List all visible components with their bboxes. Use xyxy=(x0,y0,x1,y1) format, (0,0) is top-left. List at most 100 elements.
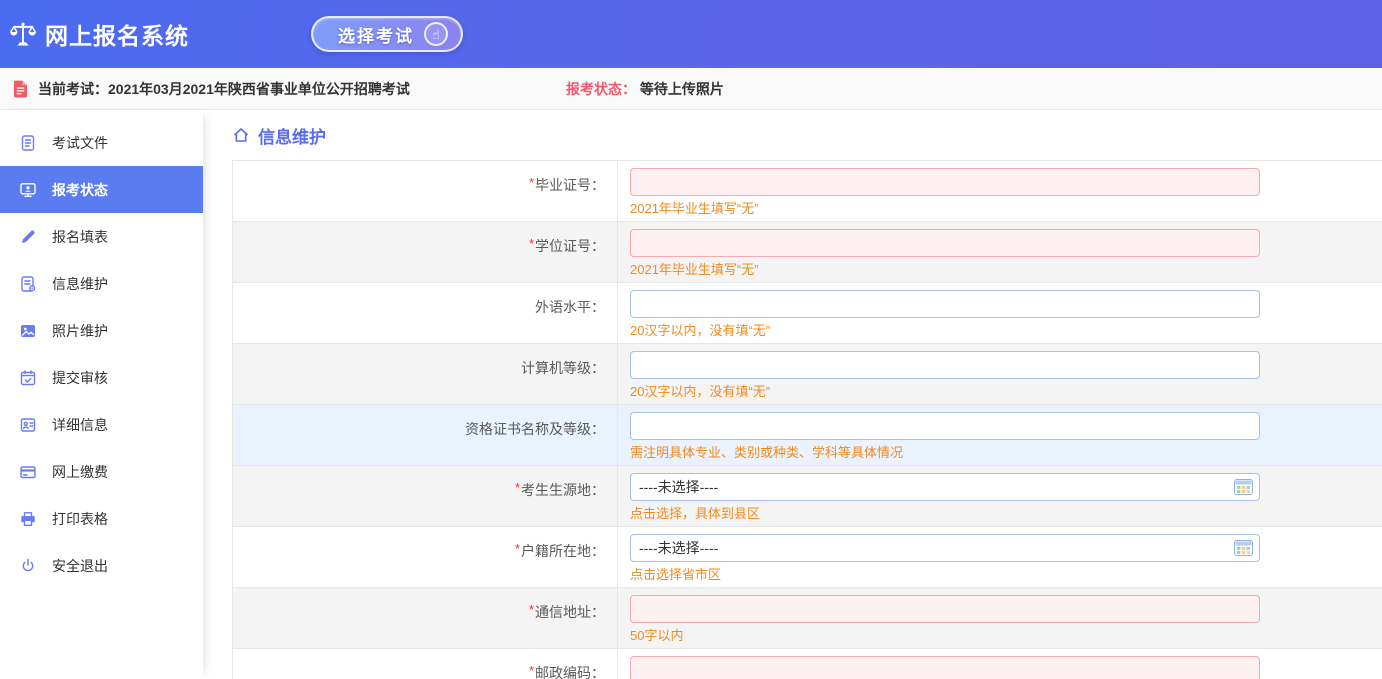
field-label-foreign-language-level: 外语水平： xyxy=(233,283,618,343)
field-label-text: 计算机等级： xyxy=(521,358,605,378)
form-row-degree-cert-no: *学位证号：2021年毕业生填写“无” xyxy=(233,222,1382,283)
field-label-household-location: *户籍所在地： xyxy=(233,527,618,587)
field-cell-postal-code xyxy=(618,649,1382,679)
power-icon xyxy=(19,557,37,575)
sidebar-item-label: 网上缴费 xyxy=(52,462,108,482)
app-title: 网上报名系统 xyxy=(45,17,189,51)
sidebar-item-label: 详细信息 xyxy=(52,415,108,435)
sidebar-item-online-payment[interactable]: 网上缴费 xyxy=(0,448,203,495)
status-value: 等待上传照片 xyxy=(640,81,724,97)
computer-level-input[interactable] xyxy=(630,351,1260,379)
monitor-user-icon xyxy=(19,181,37,199)
status-label: 报考状态： xyxy=(566,81,636,97)
sidebar-item-label: 安全退出 xyxy=(52,556,108,576)
sidebar-item-label: 打印表格 xyxy=(52,509,108,529)
field-label-degree-cert-no: *学位证号： xyxy=(233,222,618,282)
form-row-foreign-language-level: 外语水平： 20汉字以内，没有填“无” xyxy=(233,283,1382,344)
foreign-language-level-input[interactable] xyxy=(630,290,1260,318)
section-title: 信息维护 xyxy=(203,110,1382,160)
info-form: *毕业证号：2021年毕业生填写“无”*学位证号：2021年毕业生填写“无”外语… xyxy=(232,160,1382,679)
field-hint-mailing-address: 50字以内 xyxy=(630,625,1382,644)
section-title-text: 信息维护 xyxy=(258,123,326,148)
info-bar: 当前考试： 2021年03月2021年陕西省事业单位公开招聘考试 报考状态： 等… xyxy=(0,68,1382,110)
field-label-postal-code: *邮政编码： xyxy=(233,649,618,679)
sidebar-item-photo-maintenance[interactable]: 照片维护 xyxy=(0,307,203,354)
sidebar-item-application-status[interactable]: 报考状态 xyxy=(0,166,203,213)
form-row-candidate-origin: *考生生源地：----未选择----点击选择，具体到县区 xyxy=(233,466,1382,527)
select-value: ----未选择---- xyxy=(639,538,718,558)
sidebar-item-info-maintenance[interactable]: 信息维护 xyxy=(0,260,203,307)
scales-icon xyxy=(8,21,38,48)
hand-click-icon: ☝ xyxy=(424,22,448,46)
field-label-text: 户籍所在地： xyxy=(521,541,605,561)
current-exam-value: 2021年03月2021年陕西省事业单位公开招聘考试 xyxy=(108,79,410,99)
form-row-postal-code: *邮政编码： xyxy=(233,649,1382,679)
postal-code-input[interactable] xyxy=(630,656,1260,679)
picker-grid-icon[interactable] xyxy=(1234,479,1253,495)
field-label-text: 学位证号： xyxy=(535,236,605,256)
sidebar-item-label: 考试文件 xyxy=(52,133,108,153)
printer-icon xyxy=(19,510,37,528)
field-label-text: 通信地址： xyxy=(535,602,605,622)
image-icon xyxy=(19,322,37,340)
sidebar-nav: 考试文件报考状态报名填表信息维护照片维护提交审核详细信息网上缴费打印表格安全退出 xyxy=(0,110,203,679)
field-label-mailing-address: *通信地址： xyxy=(233,588,618,648)
field-cell-candidate-origin: ----未选择----点击选择，具体到县区 xyxy=(618,466,1382,526)
id-card-icon xyxy=(19,416,37,434)
field-cell-graduation-cert-no: 2021年毕业生填写“无” xyxy=(618,161,1382,221)
sidebar-item-detail-info[interactable]: 详细信息 xyxy=(0,401,203,448)
document-icon xyxy=(13,80,28,98)
candidate-origin-select[interactable]: ----未选择---- xyxy=(630,473,1260,501)
form-row-mailing-address: *通信地址： 50字以内 xyxy=(233,588,1382,649)
current-exam-label: 当前考试： xyxy=(38,79,108,99)
degree-cert-no-input[interactable] xyxy=(630,229,1260,257)
field-label-text: 资格证书名称及等级： xyxy=(465,419,605,439)
field-hint-graduation-cert-no: 2021年毕业生填写“无” xyxy=(630,198,1382,217)
field-label-computer-level: 计算机等级： xyxy=(233,344,618,404)
field-hint-foreign-language-level: 20汉字以内，没有填“无” xyxy=(630,320,1382,339)
file-gear-icon xyxy=(19,275,37,293)
sidebar-item-exam-files[interactable]: 考试文件 xyxy=(0,119,203,166)
field-cell-degree-cert-no: 2021年毕业生填写“无” xyxy=(618,222,1382,282)
field-label-text: 考生生源地： xyxy=(521,480,605,500)
sidebar-item-label: 照片维护 xyxy=(52,321,108,341)
file-text-icon xyxy=(19,134,37,152)
field-label-candidate-origin: *考生生源地： xyxy=(233,466,618,526)
graduation-cert-no-input[interactable] xyxy=(630,168,1260,196)
required-asterisk: * xyxy=(529,602,534,617)
select-value: ----未选择---- xyxy=(639,477,718,497)
pencil-icon xyxy=(19,228,37,246)
required-asterisk: * xyxy=(529,175,534,190)
sidebar-item-print-form[interactable]: 打印表格 xyxy=(0,495,203,542)
sidebar-item-label: 提交审核 xyxy=(52,368,108,388)
field-label-text: 毕业证号： xyxy=(535,175,605,195)
app-logo: 网上报名系统 xyxy=(8,17,189,51)
field-label-qualification-cert: 资格证书名称及等级： xyxy=(233,405,618,465)
calendar-check-icon xyxy=(19,369,37,387)
household-location-select[interactable]: ----未选择---- xyxy=(630,534,1260,562)
field-cell-mailing-address: 50字以内 xyxy=(618,588,1382,648)
application-status: 报考状态： 等待上传照片 xyxy=(566,79,724,99)
sidebar-item-label: 报考状态 xyxy=(52,180,108,200)
required-asterisk: * xyxy=(529,663,534,678)
required-asterisk: * xyxy=(515,480,520,495)
form-row-household-location: *户籍所在地： ----未选择---- 点击选择省市区 xyxy=(233,527,1382,588)
qualification-cert-input[interactable] xyxy=(630,412,1260,440)
sidebar-item-registration-form[interactable]: 报名填表 xyxy=(0,213,203,260)
app-header: 网上报名系统 选择考试 ☝ xyxy=(0,0,1382,68)
sidebar-item-logout[interactable]: 安全退出 xyxy=(0,542,203,589)
picker-grid-icon[interactable] xyxy=(1234,540,1253,556)
home-icon xyxy=(232,126,250,144)
required-asterisk: * xyxy=(529,236,534,251)
field-hint-computer-level: 20汉字以内，没有填“无” xyxy=(630,381,1382,400)
field-label-text: 外语水平： xyxy=(535,297,605,317)
field-hint-household-location: 点击选择省市区 xyxy=(630,564,1382,583)
field-cell-foreign-language-level: 20汉字以内，没有填“无” xyxy=(618,283,1382,343)
form-row-computer-level: 计算机等级： 20汉字以内，没有填“无” xyxy=(233,344,1382,405)
field-hint-qualification-cert: 需注明具体专业、类别或种类、学科等具体情况 xyxy=(630,442,1382,461)
sidebar-item-submit-review[interactable]: 提交审核 xyxy=(0,354,203,401)
select-exam-button[interactable]: 选择考试 ☝ xyxy=(311,16,463,52)
field-cell-qualification-cert: 需注明具体专业、类别或种类、学科等具体情况 xyxy=(618,405,1382,465)
mailing-address-input[interactable] xyxy=(630,595,1260,623)
sidebar-item-label: 报名填表 xyxy=(52,227,108,247)
